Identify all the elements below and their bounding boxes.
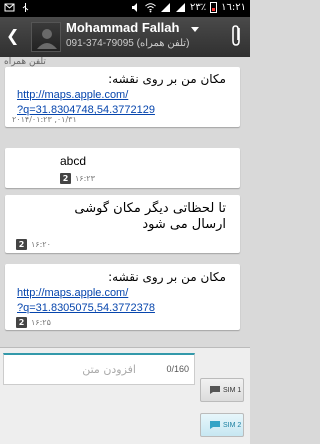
message-text-line1: تا لحظاتی دیگر مکان گوشی bbox=[74, 201, 226, 216]
message-bubble[interactable]: تا لحظاتی دیگر مکان گوشی ارسال می شود 2 … bbox=[5, 195, 240, 253]
message-bubble[interactable]: مکان من بر روی نقشه: http://maps.apple.c… bbox=[5, 67, 240, 127]
signal-icon-2 bbox=[176, 3, 186, 12]
previous-message-tag: تلفن همراه bbox=[4, 57, 46, 67]
person-silhouette-icon bbox=[37, 29, 57, 49]
sim-badge: 2 bbox=[16, 239, 27, 250]
back-chevron-icon[interactable]: ❮ bbox=[6, 26, 19, 45]
contact-avatar[interactable] bbox=[31, 22, 61, 52]
message-timestamp: ١۶:٢٠ bbox=[31, 240, 51, 249]
paperclip-attach-icon[interactable] bbox=[226, 23, 246, 49]
signal-icon-1 bbox=[161, 3, 171, 12]
contact-name[interactable]: Mohammad Fallah bbox=[66, 20, 179, 35]
compose-area: 0/160 SIM 1 SIM 2 bbox=[0, 347, 250, 444]
message-link[interactable]: http://maps.apple.com/ ?q=31.8305075,54.… bbox=[17, 286, 155, 316]
status-time: ١٦:٢١ bbox=[221, 2, 246, 13]
message-text: مکان من بر روی نقشه: bbox=[108, 72, 226, 86]
message-notification-icon bbox=[4, 3, 15, 12]
message-input-box[interactable]: 0/160 bbox=[3, 353, 195, 385]
message-text: مکان من بر روی نقشه: bbox=[108, 270, 226, 284]
sim2-label: SIM 2 bbox=[223, 422, 242, 429]
conversation-header: ❮ Mohammad Fallah 091-374-79095 (تلفن هم… bbox=[0, 17, 250, 57]
send-bubble-icon bbox=[210, 421, 220, 429]
sim-badge: 2 bbox=[16, 317, 27, 328]
message-list[interactable]: تلفن همراه مکان من بر روی نقشه: http://m… bbox=[0, 57, 250, 347]
message-bubble[interactable]: abcd 2 ١۶:٢٣ bbox=[5, 148, 240, 188]
message-timestamp: ٢٠١۴/٠١/٣١, ٠١:٢٣ bbox=[12, 115, 77, 124]
message-timestamp: ١۶:٢٣ bbox=[75, 174, 95, 183]
status-bar: ٢٣٪ ١٦:٢١ bbox=[0, 0, 250, 17]
status-right: ٢٣٪ ١٦:٢١ bbox=[130, 2, 246, 13]
contact-dropdown-caret-icon[interactable] bbox=[191, 27, 199, 32]
battery-icon bbox=[210, 2, 218, 13]
send-sim2-button[interactable]: SIM 2 bbox=[200, 413, 244, 437]
sim1-label: SIM 1 bbox=[223, 387, 242, 394]
message-bubble[interactable]: مکان من بر روی نقشه: http://maps.apple.c… bbox=[5, 264, 240, 330]
message-timestamp: ١۶:٢۵ bbox=[31, 318, 51, 327]
sim-badge: 2 bbox=[60, 173, 71, 184]
send-bubble-icon bbox=[210, 386, 220, 394]
notification-icons bbox=[4, 2, 31, 13]
mute-icon bbox=[132, 3, 138, 12]
message-link[interactable]: http://maps.apple.com/ ?q=31.8304748,54.… bbox=[17, 88, 155, 118]
message-text: abcd bbox=[60, 154, 87, 168]
message-text-line2: ارسال می شود bbox=[142, 217, 226, 232]
wifi-icon bbox=[145, 3, 156, 13]
battery-percent: ٢٣٪ bbox=[190, 2, 207, 13]
send-sim1-button[interactable]: SIM 1 bbox=[200, 378, 244, 402]
character-counter: 0/160 bbox=[166, 364, 189, 374]
usb-icon bbox=[22, 3, 29, 12]
contact-number: 091-374-79095 (تلفن همراه) bbox=[66, 38, 190, 49]
